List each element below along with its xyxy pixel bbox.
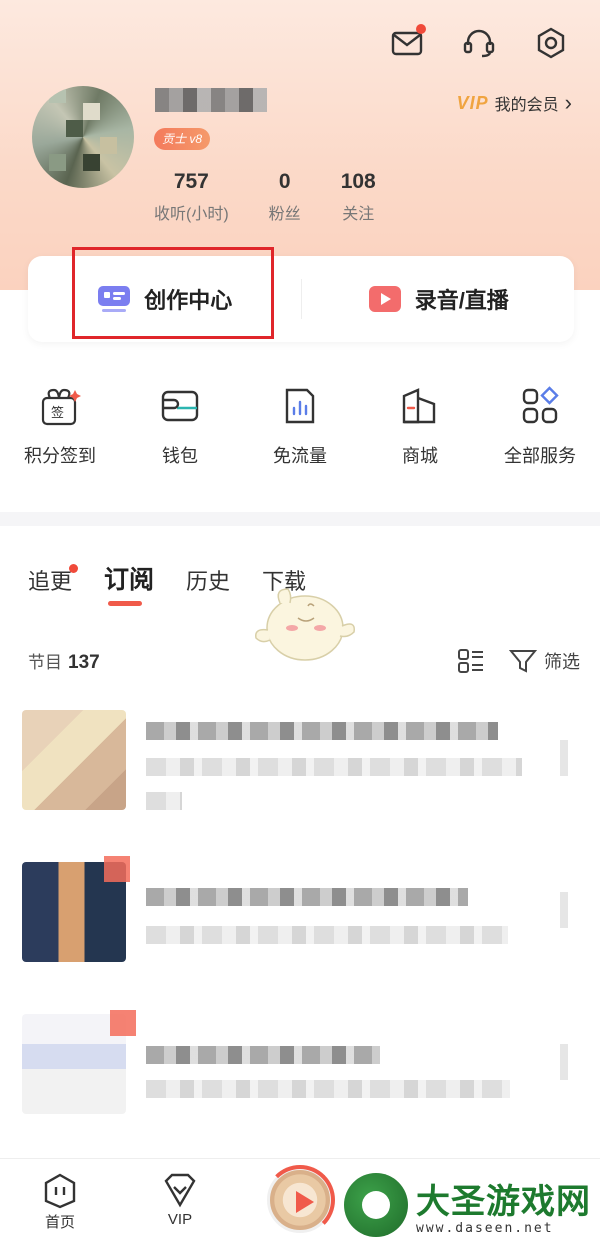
update-tag (110, 1010, 136, 1036)
mail-button[interactable] (386, 22, 428, 64)
watermark-main: 大圣游戏网 (416, 1182, 591, 1222)
tab-history[interactable]: 历史 (186, 564, 230, 596)
vip-label: 我的会员 (494, 97, 559, 114)
program-title (146, 888, 468, 906)
more-icon[interactable] (560, 1044, 568, 1080)
settings-button[interactable] (530, 22, 572, 64)
filter-icon (508, 650, 538, 673)
service-mall[interactable]: 商城 (360, 384, 480, 468)
stat-value: 757 (173, 170, 209, 193)
profile-stats: 757 收听(小时) 0 粉丝 108 关注 (150, 170, 416, 224)
filter-button[interactable]: 筛选 (508, 646, 580, 676)
stat-following[interactable]: 108 关注 (341, 170, 376, 224)
stat-label: 粉丝 (268, 206, 301, 223)
section-separator (0, 512, 600, 526)
nav-label: 首页 (44, 1214, 75, 1231)
service-label: 全部服务 (504, 446, 576, 466)
chevron-right-icon: › (564, 90, 572, 115)
list-item[interactable] (22, 856, 578, 972)
service-label: 免流量 (273, 446, 327, 466)
service-wallet[interactable]: 钱包 (120, 384, 240, 468)
service-label: 积分签到 (24, 446, 96, 466)
service-data-free[interactable]: 免流量 (240, 384, 360, 468)
vip-tag: VIP (456, 92, 489, 113)
list-header: 节目 137 筛选 (28, 646, 580, 676)
video-play-icon (368, 286, 401, 312)
watermark-text: 大圣游戏网 www.daseen.net (416, 1174, 591, 1236)
vip-diamond-icon (164, 1173, 196, 1208)
filter-label: 筛选 (544, 652, 580, 672)
watermark-logo (344, 1173, 408, 1237)
wallet-icon (161, 390, 199, 422)
sign-in-icon: 签 (41, 388, 81, 426)
mall-icon (402, 388, 436, 424)
data-free-icon (285, 388, 315, 424)
level-badge: 贡士 v8 (154, 128, 211, 150)
program-title (146, 1046, 380, 1064)
list-item[interactable] (22, 710, 578, 820)
stat-value: 108 (340, 170, 376, 193)
stat-label: 收听(小时) (154, 206, 229, 223)
program-title (146, 722, 498, 740)
highlight-box (72, 247, 274, 339)
play-icon (296, 1191, 314, 1213)
tab-updates[interactable]: 追更 (28, 564, 79, 596)
service-label: 钱包 (162, 446, 198, 466)
tab-label: 历史 (186, 569, 231, 594)
settings-icon (537, 27, 565, 59)
top-actions (386, 22, 572, 64)
service-all[interactable]: 全部服务 (480, 384, 600, 468)
stat-label: 关注 (342, 206, 375, 223)
program-subtitle (146, 758, 522, 776)
nav-label: VIP (167, 1211, 193, 1228)
list-view-icon[interactable] (456, 646, 486, 676)
stat-listen-hours[interactable]: 757 收听(小时) (154, 170, 229, 224)
service-label: 商城 (402, 446, 438, 466)
more-icon[interactable] (560, 740, 568, 776)
notification-dot (416, 24, 426, 34)
tab-label: 追更 (28, 569, 73, 594)
list-item[interactable] (22, 1010, 578, 1124)
list-tools: 筛选 (456, 646, 580, 676)
avatar[interactable] (32, 86, 134, 188)
services-row: 签 积分签到 钱包 免流量 商城 全部服务 (0, 384, 600, 468)
record-live-button[interactable]: 录音/直播 (302, 283, 575, 315)
service-sign-in[interactable]: 签 积分签到 (0, 384, 120, 468)
nav-vip[interactable]: VIP (120, 1159, 240, 1242)
update-tag (104, 856, 130, 882)
program-count-label: 节目 (28, 653, 62, 672)
watermark: 大圣游戏网 www.daseen.net (344, 1170, 592, 1240)
program-count: 节目 137 (28, 648, 100, 674)
vip-membership-link[interactable]: VIP 我的会员 › (457, 90, 572, 116)
all-services-icon (522, 386, 559, 424)
stat-value: 0 (278, 170, 291, 193)
program-subtitle (146, 1080, 510, 1098)
program-cover (22, 710, 126, 810)
headset-icon (463, 29, 495, 58)
program-subtitle (146, 926, 508, 944)
more-icon[interactable] (560, 892, 568, 928)
nav-home[interactable]: 首页 (0, 1159, 120, 1242)
watermark-sub: www.daseen.net (416, 1221, 554, 1236)
now-playing-disc (265, 1165, 335, 1235)
program-count-value: 137 (68, 652, 100, 673)
home-icon (44, 1173, 76, 1209)
stat-fans[interactable]: 0 粉丝 (269, 170, 301, 224)
program-meta (146, 792, 182, 810)
tab-red-dot (69, 564, 79, 573)
nav-player[interactable] (240, 1159, 360, 1242)
username (155, 88, 267, 112)
tab-subscriptions[interactable]: 订阅 (104, 560, 155, 606)
svg-text:签: 签 (51, 405, 64, 421)
customer-service-button[interactable] (458, 22, 500, 64)
record-live-label: 录音/直播 (414, 288, 509, 313)
tab-label: 订阅 (104, 566, 155, 594)
active-tab-indicator (108, 601, 143, 606)
